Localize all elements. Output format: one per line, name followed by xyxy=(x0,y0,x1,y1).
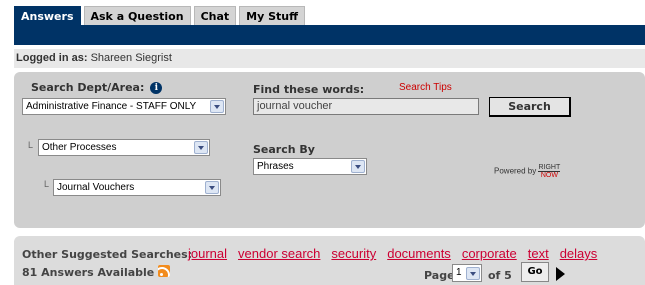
logged-in-prefix: Logged in as: xyxy=(16,52,88,64)
suggested-link[interactable]: security xyxy=(331,246,376,261)
search-tips-link[interactable]: Search Tips xyxy=(399,82,452,93)
suggested-link[interactable]: text xyxy=(528,246,549,261)
dept-select[interactable]: Administrative Finance - STAFF ONLY xyxy=(22,98,226,115)
tab-ask-question[interactable]: Ask a Question xyxy=(83,6,191,25)
chevron-down-icon[interactable] xyxy=(194,141,208,154)
topic-select[interactable]: Journal Vouchers xyxy=(53,179,221,196)
tree-branch-icon: L xyxy=(44,179,50,189)
next-page-icon[interactable] xyxy=(556,267,565,281)
suggested-link[interactable]: vendor search xyxy=(238,246,320,261)
suggested-link[interactable]: corporate xyxy=(462,246,517,261)
logged-in-bar: Logged in as: Shareen Siegrist xyxy=(14,49,645,68)
suggested-link[interactable]: delays xyxy=(560,246,598,261)
chevron-down-icon[interactable] xyxy=(205,181,219,194)
powered-by-text: Powered by xyxy=(494,166,537,176)
tab-answers[interactable]: Answers xyxy=(14,6,81,25)
search-input[interactable]: journal voucher xyxy=(253,98,479,115)
results-panel: Other Suggested Searches: journal vendor… xyxy=(14,236,645,285)
logged-in-user: Shareen Siegrist xyxy=(90,52,172,64)
chevron-down-icon[interactable] xyxy=(466,267,480,280)
page-total: of 5 xyxy=(488,269,512,282)
nav-bar xyxy=(14,25,645,45)
dept-select-value: Administrative Finance - STAFF ONLY xyxy=(26,101,197,112)
rss-icon[interactable] xyxy=(158,265,171,277)
dept-label-text: Search Dept/Area: xyxy=(31,81,145,94)
dept-label: Search Dept/Area: i xyxy=(31,81,163,94)
page-select[interactable]: 1 xyxy=(452,264,482,282)
suggested-link[interactable]: journal xyxy=(188,246,227,261)
rightnow-logo: RIGHT NOW xyxy=(538,164,561,179)
search-by-value: Phrases xyxy=(257,161,294,172)
logo-top-text: RIGHT xyxy=(538,164,561,172)
answers-count-text: 81 Answers Available xyxy=(22,266,155,279)
chevron-down-icon[interactable] xyxy=(351,160,365,173)
search-button[interactable]: Search xyxy=(489,97,571,117)
search-by-label: Search By xyxy=(253,143,315,156)
sub-area-select-value: Other Processes xyxy=(42,142,117,153)
powered-by[interactable]: Powered by RIGHT NOW xyxy=(494,164,561,179)
page-select-value: 1 xyxy=(456,267,462,278)
tab-my-stuff[interactable]: My Stuff xyxy=(239,6,306,25)
answers-count: 81 Answers Available xyxy=(22,265,171,279)
sub-area-select[interactable]: Other Processes xyxy=(38,139,210,156)
tab-bar: Answers Ask a Question Chat My Stuff xyxy=(14,6,306,25)
info-icon[interactable]: i xyxy=(150,82,163,94)
go-button[interactable]: Go xyxy=(521,262,549,282)
suggested-searches-links: journal vendor search security documents… xyxy=(188,246,597,261)
suggested-searches-label: Other Suggested Searches: xyxy=(22,248,193,261)
search-by-select[interactable]: Phrases xyxy=(253,158,367,175)
search-panel: Search Dept/Area: i Administrative Financ… xyxy=(14,72,645,228)
tree-branch-icon: L xyxy=(28,140,34,150)
find-words-label: Find these words: xyxy=(253,83,365,96)
chevron-down-icon[interactable] xyxy=(210,100,224,113)
tab-chat[interactable]: Chat xyxy=(193,6,237,25)
suggested-link[interactable]: documents xyxy=(387,246,451,261)
topic-select-value: Journal Vouchers xyxy=(57,182,135,193)
logo-bottom-text: NOW xyxy=(540,172,558,179)
